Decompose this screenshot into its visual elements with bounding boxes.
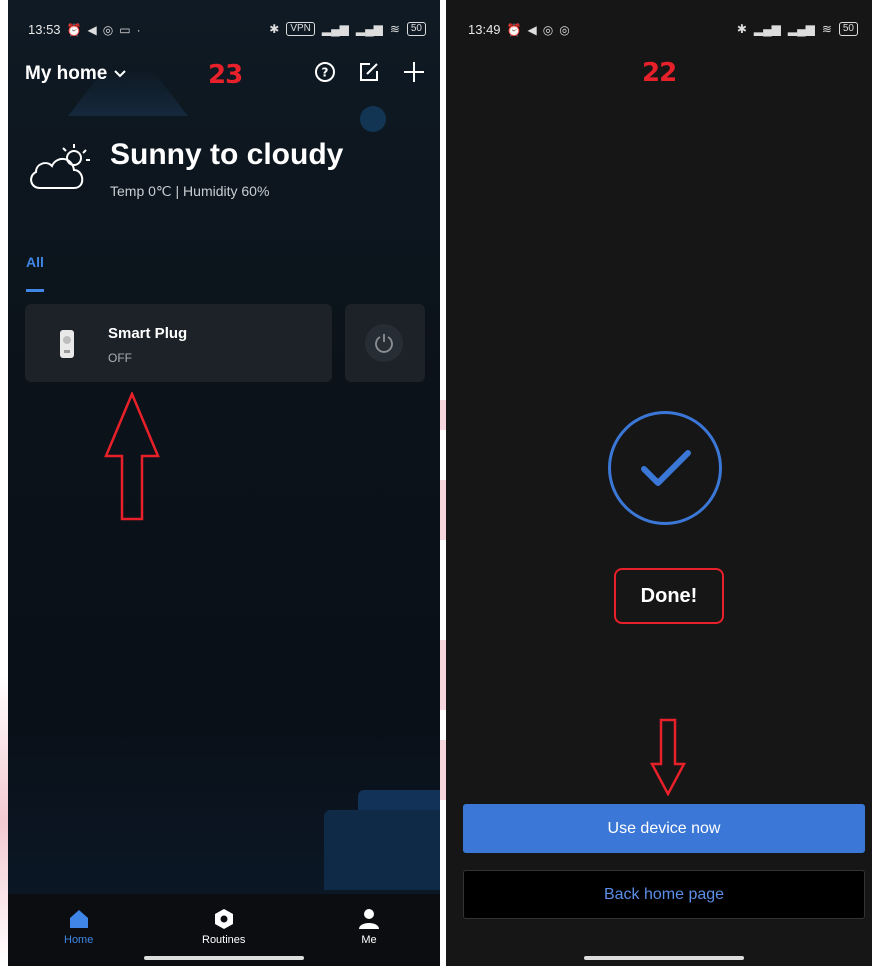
signal-icon: ▂▄▆ bbox=[753, 22, 781, 36]
signal-icon: ▂▄▆ bbox=[321, 22, 349, 36]
success-circle bbox=[608, 411, 722, 525]
home-selector[interactable]: My home bbox=[25, 63, 127, 85]
annotation-arrow-up bbox=[104, 392, 160, 521]
telegram-icon: ◀ bbox=[527, 22, 537, 37]
partly-cloudy-icon bbox=[30, 144, 90, 189]
person-icon bbox=[359, 909, 379, 929]
done-label: Done! bbox=[614, 568, 724, 624]
keyboard-icon: ▭ bbox=[119, 22, 131, 37]
tab-all[interactable]: All bbox=[26, 254, 44, 270]
alarm-icon: ⏰ bbox=[66, 22, 82, 37]
weather-details: Temp 0℃ | Humidity 60% bbox=[110, 183, 270, 199]
status-bar: 13:49 ⏰ ◀ ◎ ◎ bbox=[468, 22, 570, 37]
nav-me-label: Me bbox=[361, 934, 377, 946]
checkmark-icon bbox=[641, 450, 691, 486]
home-icon bbox=[69, 910, 88, 928]
bottom-nav: Home Routines Me bbox=[8, 894, 440, 966]
nav-routines-label: Routines bbox=[202, 934, 246, 946]
power-button[interactable] bbox=[365, 324, 403, 362]
step-number: 23 bbox=[208, 60, 243, 90]
smart-plug-icon bbox=[60, 330, 74, 358]
device-name: Smart Plug bbox=[108, 325, 188, 342]
vpn-badge: VPN bbox=[286, 22, 315, 36]
decor-circle bbox=[360, 106, 386, 132]
telegram-icon: ◀ bbox=[87, 22, 97, 37]
bg-strip bbox=[0, 0, 8, 966]
svg-text:?: ? bbox=[322, 66, 329, 80]
battery-icon: 50 bbox=[406, 22, 426, 36]
dot-icon: · bbox=[136, 22, 141, 37]
nav-home[interactable]: Home bbox=[64, 908, 93, 946]
annotation-arrow-down bbox=[650, 718, 686, 796]
nav-routines[interactable]: Routines bbox=[202, 908, 245, 946]
power-toggle-card[interactable] bbox=[345, 304, 425, 382]
instagram-icon: ◎ bbox=[559, 22, 570, 37]
nav-me[interactable]: Me bbox=[358, 908, 380, 946]
help-icon[interactable]: ? bbox=[314, 61, 336, 83]
back-home-page-button[interactable]: Back home page bbox=[463, 870, 865, 919]
instagram-icon: ◎ bbox=[102, 22, 114, 37]
signal-icon: ▂▄▆ bbox=[355, 22, 383, 36]
alarm-icon: ⏰ bbox=[506, 22, 522, 37]
instagram-icon: ◎ bbox=[542, 22, 554, 37]
status-bar: 13:53 ⏰ ◀ ◎ ▭ · bbox=[28, 22, 141, 37]
add-icon[interactable] bbox=[402, 60, 426, 84]
status-bar-right: ✱ VPN ▂▄▆ ▂▄▆ ≋ 50 bbox=[269, 22, 426, 36]
phone-screen-home: 13:53 ⏰ ◀ ◎ ▭ · ✱ VPN ▂▄▆ ▂▄▆ ≋ 50 My ho… bbox=[8, 0, 440, 966]
home-indicator bbox=[584, 956, 744, 960]
use-device-now-button[interactable]: Use device now bbox=[463, 804, 865, 853]
header-actions: ? bbox=[314, 60, 426, 84]
bluetooth-icon: ✱ bbox=[269, 22, 280, 36]
routines-icon bbox=[214, 909, 233, 929]
status-time: 13:49 bbox=[468, 22, 501, 37]
step-number: 22 bbox=[642, 58, 677, 88]
battery-icon: 50 bbox=[838, 22, 858, 36]
nav-home-label: Home bbox=[64, 934, 94, 946]
signal-icon: ▂▄▆ bbox=[787, 22, 815, 36]
weather-title: Sunny to cloudy bbox=[110, 138, 344, 171]
power-icon bbox=[375, 334, 393, 353]
wifi-icon: ≋ bbox=[389, 22, 400, 36]
chevron-down-icon bbox=[114, 70, 127, 78]
device-state: OFF bbox=[108, 351, 132, 365]
tab-underline bbox=[26, 289, 44, 292]
device-card-smart-plug[interactable]: Smart Plug OFF bbox=[25, 304, 332, 382]
home-indicator bbox=[144, 956, 304, 960]
status-time: 13:53 bbox=[28, 22, 61, 37]
home-title: My home bbox=[25, 63, 108, 84]
decor-shape bbox=[324, 810, 440, 890]
edit-icon[interactable] bbox=[358, 61, 380, 83]
bluetooth-icon: ✱ bbox=[736, 22, 747, 36]
wifi-icon: ≋ bbox=[821, 22, 832, 36]
status-bar-right: ✱ ▂▄▆ ▂▄▆ ≋ 50 bbox=[737, 22, 858, 36]
phone-screen-done: 13:49 ⏰ ◀ ◎ ◎ ✱ ▂▄▆ ▂▄▆ ≋ 50 22 Done! Us… bbox=[446, 0, 872, 966]
